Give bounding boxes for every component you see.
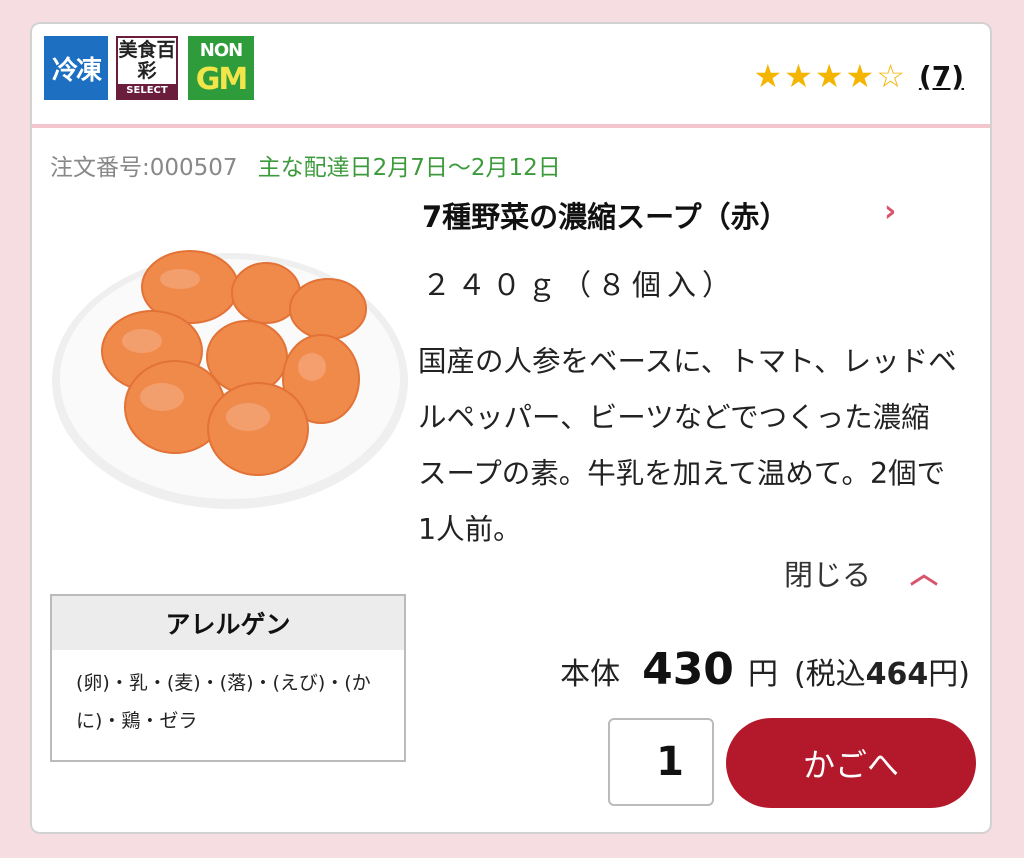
star-empty-icon: ☆	[876, 57, 905, 95]
tax-suffix: 円)	[928, 657, 970, 692]
price-label: 本体	[560, 657, 621, 692]
product-title-link[interactable]: 7種野菜の濃縮スープ（赤） ›	[422, 194, 942, 236]
bisyoku-select-badge: 美食百彩 SELECT	[116, 36, 178, 100]
frozen-badge: 冷凍	[44, 36, 108, 100]
tax-value: 464	[865, 657, 929, 692]
product-quantity: ２４０ｇ（８個入）	[422, 268, 738, 302]
price-value: 430	[642, 644, 734, 695]
product-image	[52, 250, 408, 509]
product-description: 国産の人参をベースに、トマト、レッドベルペッパー、ビーツなどでつくった濃縮スープ…	[418, 345, 957, 546]
price-unit: 円	[747, 657, 778, 692]
order-number: 注文番号:000507	[50, 155, 238, 181]
allergen-heading: アレルゲン	[52, 596, 404, 650]
delivery-date: 主な配達日2月7日～2月12日	[257, 155, 561, 181]
bisyoku-select-label: SELECT	[118, 84, 176, 98]
order-info: 注文番号:000507 主な配達日2月7日～2月12日	[50, 148, 561, 182]
star-filled-icon: ★	[845, 57, 875, 95]
close-description-button[interactable]: 閉じる	[784, 552, 871, 594]
star-filled-icon: ★	[753, 57, 783, 95]
price-tax-included: (税込464円)	[794, 649, 970, 693]
product-title[interactable]: 7種野菜の濃縮スープ（赤）	[422, 194, 942, 236]
rating: ★ ★ ★ ★ ☆ (7)	[753, 56, 964, 96]
product-card: 冷凍 美食百彩 SELECT NON GM ★ ★ ★ ★ ☆ (7) 注文番号…	[30, 22, 992, 834]
frozen-badge-label: 冷凍	[51, 55, 102, 86]
card-header: 冷凍 美食百彩 SELECT NON GM ★ ★ ★ ★ ☆ (7)	[32, 24, 990, 128]
quantity-input[interactable]: 1	[608, 718, 714, 806]
non-gm-top-label: NON	[199, 40, 243, 61]
allergen-box: アレルゲン (卵)・乳・(麦)・(落)・(えび)・(かに)・鶏・ゼラ	[50, 594, 406, 762]
allergen-list: (卵)・乳・(麦)・(落)・(えび)・(かに)・鶏・ゼラ	[76, 672, 371, 732]
review-count-text[interactable]: (7)	[919, 60, 964, 93]
non-gm-bottom-label: GM	[195, 62, 248, 97]
chevron-up-icon[interactable]: ︿	[910, 552, 938, 592]
star-filled-icon: ★	[814, 57, 844, 95]
review-count-link[interactable]: (7)	[919, 60, 964, 93]
tax-prefix: (税込	[793, 657, 866, 692]
star-filled-icon: ★	[784, 57, 813, 95]
bisyoku-badge-label: 美食百彩	[118, 39, 176, 82]
add-to-cart-button[interactable]: かごへ	[726, 718, 976, 808]
non-gm-badge: NON GM	[188, 36, 254, 100]
chevron-right-icon[interactable]: ›	[884, 194, 896, 229]
price-row: 本体 430 円 (税込464円)	[560, 644, 970, 695]
